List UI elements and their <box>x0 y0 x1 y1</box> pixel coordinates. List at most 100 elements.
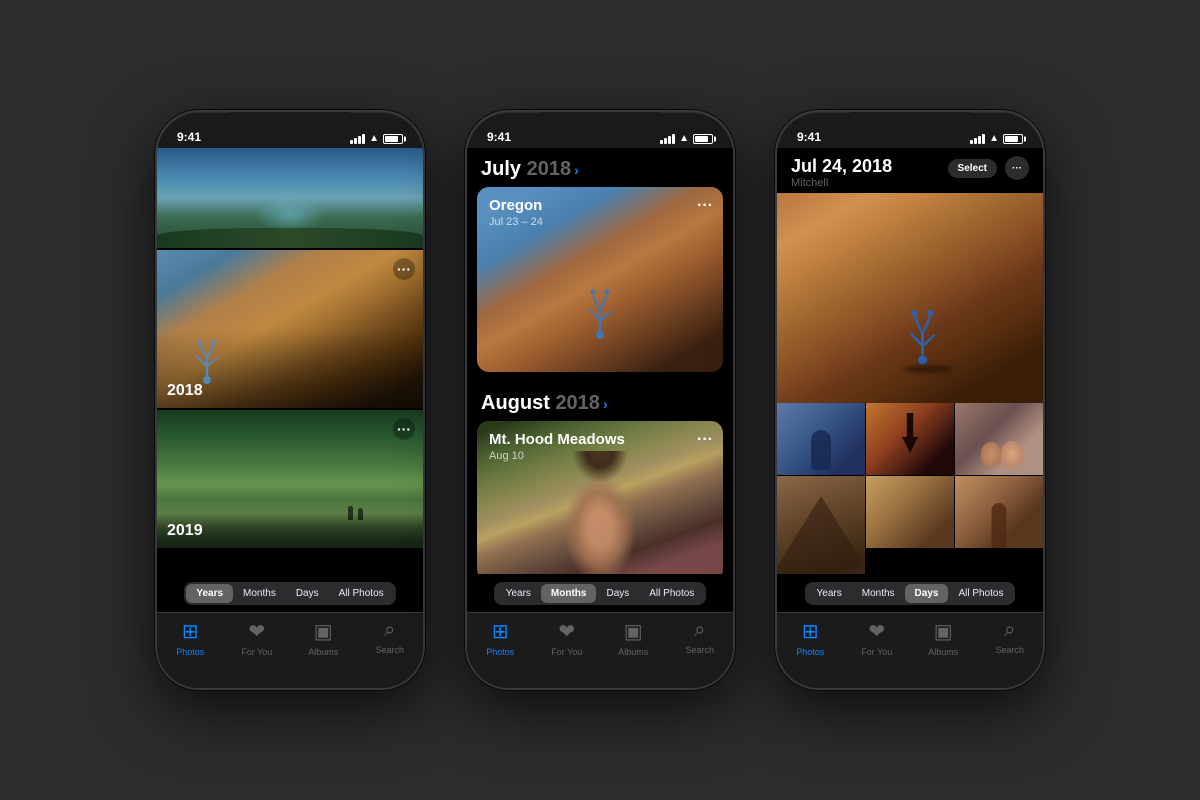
day-date-title: Jul 24, 2018 <box>791 156 892 177</box>
status-icons-1: ▲ <box>350 133 403 144</box>
month-year-aug: 2018 <box>555 392 600 414</box>
screen-days: Jul 24, 2018 Mitchell Select ··· <box>777 148 1043 688</box>
days-scroll[interactable] <box>777 193 1043 574</box>
signal-icon-3 <box>970 134 985 144</box>
year-2018-label: 2018 <box>167 382 203 400</box>
mthood-info: Mt. Hood Meadows Aug 10 <box>489 431 625 462</box>
phone-days: 9:41 ▲ Jul 24, 2018 Mitchell Select ··· <box>775 110 1045 690</box>
seg-days-1[interactable]: Days <box>286 584 329 603</box>
screen-years: 2018 ··· 2019 ··· Years Months Days <box>157 148 423 688</box>
time-1: 9:41 <box>177 130 201 144</box>
seg-allphotos-1[interactable]: All Photos <box>329 584 394 603</box>
select-button[interactable]: Select <box>948 159 997 178</box>
tab-search-1[interactable]: ⌕ Search <box>357 619 424 655</box>
seg-allphotos-2[interactable]: All Photos <box>639 584 704 603</box>
grid-cell-couple[interactable] <box>955 403 1043 475</box>
tab-albums-3[interactable]: ▣ Albums <box>910 619 977 657</box>
notch-2 <box>540 112 660 138</box>
mountain-shape <box>777 496 865 574</box>
grid-cell-mountain[interactable] <box>777 476 865 574</box>
notch <box>230 112 350 138</box>
grid-cell-cliff[interactable] <box>866 476 954 548</box>
tab-bar-3: ⊞ Photos ❤ For You ▣ Albums ⌕ Search <box>777 612 1043 688</box>
seg-days-3[interactable]: Days <box>905 584 949 603</box>
tab-photos-3[interactable]: ⊞ Photos <box>777 619 844 657</box>
year-2019-photo[interactable]: 2019 ··· <box>157 410 423 548</box>
oregon-photo: Oregon Jul 23 – 24 ··· <box>477 187 723 372</box>
years-scroll[interactable]: 2018 ··· 2019 ··· <box>157 148 423 574</box>
grid-cell-sunset[interactable] <box>866 403 954 475</box>
segment-bar-3: Years Months Days All Photos <box>777 574 1043 612</box>
tab-foryou-1[interactable]: ❤ For You <box>224 619 291 657</box>
portrait-hair <box>565 451 635 531</box>
segment-pill-1: Years Months Days All Photos <box>184 582 395 605</box>
phone-months: 9:41 ▲ July 2018› <box>465 110 735 690</box>
mthood-photo: Mt. Hood Meadows Aug 10 ··· <box>477 421 723 574</box>
july-header: July 2018› <box>467 148 733 187</box>
hikers-group <box>348 506 363 520</box>
oregon-menu[interactable]: ··· <box>697 197 713 215</box>
tab-foryou-3[interactable]: ❤ For You <box>844 619 911 657</box>
status-icons-3: ▲ <box>970 133 1023 144</box>
foryou-icon-3: ❤ <box>868 619 885 644</box>
mthood-menu[interactable]: ··· <box>697 431 713 449</box>
seg-months-2[interactable]: Months <box>541 584 597 603</box>
phone-years: 9:41 ▲ <box>155 110 425 690</box>
day-title-block: Jul 24, 2018 Mitchell <box>791 156 892 189</box>
day-header: Jul 24, 2018 Mitchell Select ··· <box>777 148 1043 193</box>
battery-icon-1 <box>383 134 403 144</box>
search-icon-2: ⌕ <box>694 619 705 642</box>
seg-years-3[interactable]: Years <box>807 584 852 603</box>
day-hero-photo <box>777 193 1043 403</box>
grid-cell-boy[interactable] <box>777 403 865 475</box>
month-name-july: July <box>481 158 527 180</box>
foryou-icon-1: ❤ <box>248 619 265 644</box>
month-name-aug: August <box>481 392 555 414</box>
tab-albums-1[interactable]: ▣ Albums <box>290 619 357 657</box>
screen-months: July 2018› <box>467 148 733 688</box>
handstand-figure-2 <box>585 287 615 342</box>
albums-icon-1: ▣ <box>314 619 333 644</box>
grid-cell-person[interactable] <box>955 476 1043 548</box>
day-location: Mitchell <box>791 177 892 189</box>
tab-photos-2[interactable]: ⊞ Photos <box>467 619 534 657</box>
time-2: 9:41 <box>487 130 511 144</box>
tab-albums-2[interactable]: ▣ Albums <box>600 619 667 657</box>
day-actions: Select ··· <box>948 156 1029 180</box>
month-year-july: 2018 <box>527 158 572 180</box>
months-scroll[interactable]: July 2018› <box>467 148 733 574</box>
wifi-icon-3: ▲ <box>989 133 999 144</box>
seg-years-2[interactable]: Years <box>496 584 541 603</box>
seg-allphotos-3[interactable]: All Photos <box>948 584 1013 603</box>
oregon-memory-card[interactable]: Oregon Jul 23 – 24 ··· <box>477 187 723 372</box>
handstand-figure-3 <box>906 308 941 368</box>
tab-search-3[interactable]: ⌕ Search <box>977 619 1044 655</box>
day-more-menu[interactable]: ··· <box>1005 156 1029 180</box>
mthood-date: Aug 10 <box>489 450 625 462</box>
seg-days-2[interactable]: Days <box>596 584 639 603</box>
july-title[interactable]: July 2018› <box>481 158 719 181</box>
year-2019-menu[interactable]: ··· <box>393 418 415 440</box>
segment-pill-3: Years Months Days All Photos <box>805 582 1016 605</box>
seg-months-3[interactable]: Months <box>852 584 905 603</box>
mthood-title: Mt. Hood Meadows <box>489 431 625 448</box>
segment-bar-2: Years Months Days All Photos <box>467 574 733 612</box>
year-2018-menu[interactable]: ··· <box>393 258 415 280</box>
tab-search-2[interactable]: ⌕ Search <box>667 619 734 655</box>
seg-months-1[interactable]: Months <box>233 584 286 603</box>
segment-bar-1: Years Months Days All Photos <box>157 574 423 612</box>
mthood-memory-card[interactable]: Mt. Hood Meadows Aug 10 ··· <box>477 421 723 574</box>
foryou-icon-2: ❤ <box>558 619 575 644</box>
tab-photos-1[interactable]: ⊞ Photos <box>157 619 224 657</box>
signal-icon-2 <box>660 134 675 144</box>
august-title[interactable]: August 2018› <box>481 392 719 415</box>
chevron-aug: › <box>603 396 608 412</box>
wifi-icon-2: ▲ <box>679 133 689 144</box>
search-icon-1: ⌕ <box>384 619 395 642</box>
signal-icon-1 <box>350 134 365 144</box>
photos-icon-3: ⊞ <box>802 619 819 644</box>
seg-years-1[interactable]: Years <box>186 584 233 603</box>
year-2018-photo[interactable]: 2018 ··· <box>157 250 423 408</box>
handstand-figure-1 <box>192 338 222 388</box>
tab-foryou-2[interactable]: ❤ For You <box>534 619 601 657</box>
